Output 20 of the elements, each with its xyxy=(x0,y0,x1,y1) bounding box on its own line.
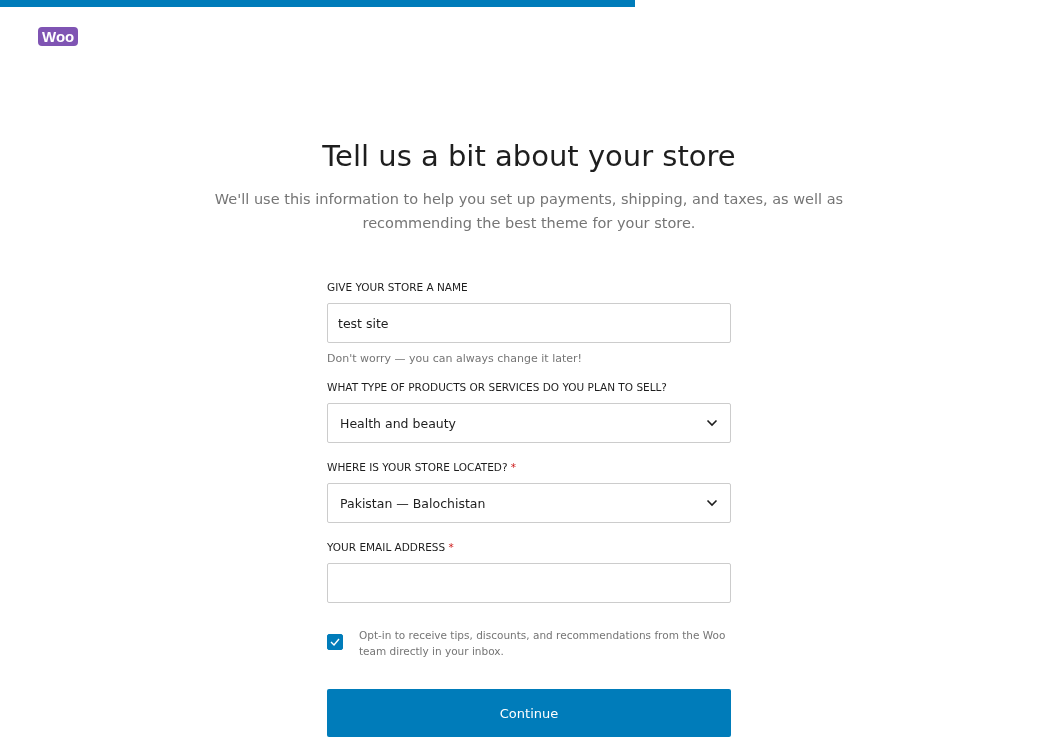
dropdown-field[interactable]: Health and beauty xyxy=(327,403,731,443)
text-field[interactable]: test site xyxy=(327,303,731,343)
required-mark: * xyxy=(510,461,517,473)
dropdown-field[interactable]: Pakistan — Balochistan xyxy=(327,483,731,523)
checkbox[interactable] xyxy=(327,634,343,650)
field-label: GIVE YOUR STORE A NAME xyxy=(327,281,468,293)
help-text: Don't worry — you can always change it later! xyxy=(327,352,582,365)
page-title: Tell us a bit about your store xyxy=(322,139,736,173)
page-subtitle: We'll use this information to help you set up payments, shipping, and taxes, as well as recommending the best theme for your store. xyxy=(213,190,845,233)
text-field[interactable] xyxy=(327,563,731,603)
required-mark: * xyxy=(448,541,454,553)
field-label: WHERE IS YOUR STORE LOCATED? xyxy=(327,461,508,473)
chevron-down-icon xyxy=(706,499,718,507)
field-label: WHAT TYPE OF PRODUCTS OR SERVICES DO YOU PLAN TO SELL? xyxy=(327,381,667,393)
chevron-down-icon xyxy=(706,419,718,427)
check-icon xyxy=(330,638,340,646)
logo: Woo xyxy=(38,27,79,46)
checkbox-label: Opt-in to receive tips, discounts, and recommendations from the Woo team directly in your inbox. xyxy=(359,628,727,659)
field-label: YOUR EMAIL ADDRESS xyxy=(327,541,446,553)
continue-button[interactable]: Continue xyxy=(327,689,731,737)
